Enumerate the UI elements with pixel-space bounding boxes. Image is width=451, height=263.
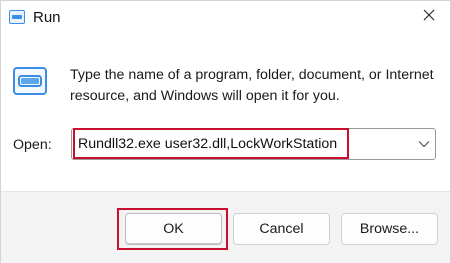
instructions-text: Type the name of a program, folder, docu… (70, 67, 434, 104)
title-bar: Run (1, 1, 450, 35)
chevron-down-icon (418, 135, 430, 153)
open-input[interactable] (76, 132, 348, 156)
dropdown-button[interactable] (417, 137, 431, 151)
close-button[interactable] (414, 3, 444, 31)
window-title: Run (33, 9, 61, 26)
run-icon (9, 10, 25, 24)
run-dialog: Run Type the name of a program, folder, … (0, 0, 451, 263)
browse-button[interactable]: Browse... (341, 213, 438, 245)
cancel-button[interactable]: Cancel (233, 213, 330, 245)
open-combobox[interactable] (71, 128, 436, 160)
ok-button[interactable]: OK (125, 213, 222, 245)
open-label: Open: (13, 137, 52, 153)
close-icon (423, 8, 435, 26)
button-bar: OK Cancel Browse... (1, 191, 450, 263)
run-icon (13, 67, 47, 95)
